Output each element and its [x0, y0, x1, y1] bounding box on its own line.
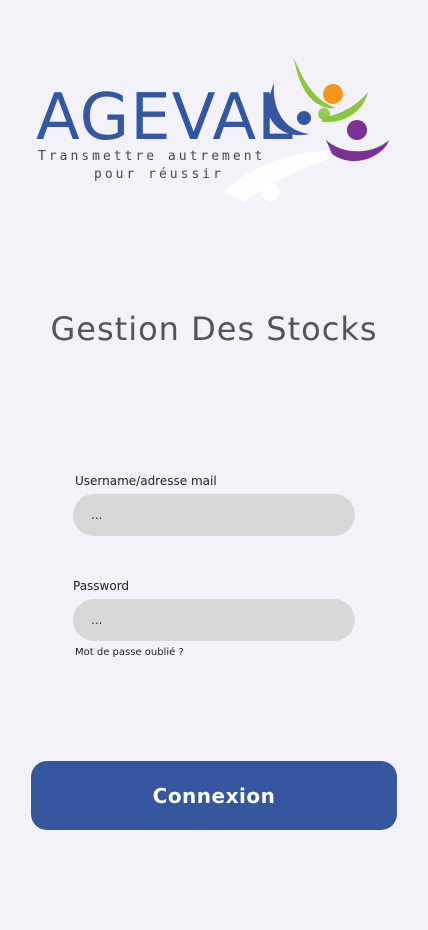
connexion-button[interactable]: Connexion: [31, 761, 397, 830]
ageval-logo: AGEVAL Transmettre autrement pour réussi…: [36, 52, 396, 212]
page-title: Gestion Des Stocks: [50, 310, 378, 348]
username-label: Username/adresse mail: [75, 474, 217, 488]
password-input[interactable]: [73, 599, 355, 641]
logo-figures-icon: [224, 58, 389, 202]
password-label: Password: [73, 579, 130, 593]
forgot-password-link[interactable]: Mot de passe oublié ?: [75, 647, 184, 658]
username-input[interactable]: [73, 494, 355, 536]
